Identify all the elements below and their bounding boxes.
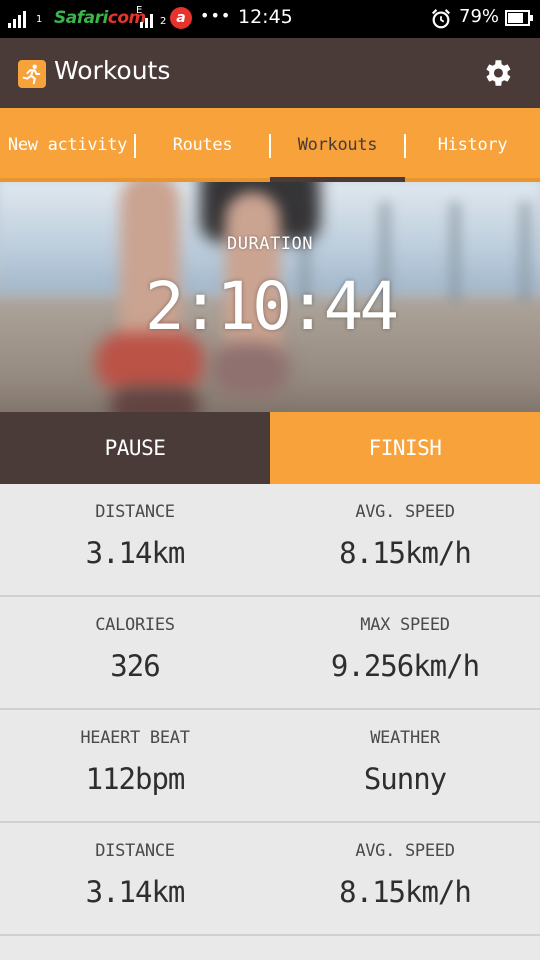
more-notifications-icon: ••• — [200, 6, 232, 25]
sim1-indicator: 1 — [36, 14, 43, 25]
tab-workouts[interactable]: Workouts — [270, 108, 406, 182]
stats-row: CALORIES 326 MAX SPEED 9.256km/h — [0, 597, 540, 710]
stat-value: 112bpm — [85, 762, 186, 796]
tab-history[interactable]: History — [405, 108, 540, 182]
workout-stats: DISTANCE 3.14km AVG. SPEED 8.15km/h CALO… — [0, 484, 540, 960]
stat-label: DISTANCE — [95, 841, 175, 861]
stats-row: HEAERT BEAT 112bpm WEATHER Sunny — [0, 710, 540, 823]
tab-label: New activity — [7, 135, 128, 155]
stat-avg-speed: AVG. SPEED 8.15km/h — [270, 823, 540, 934]
operator-logo: a — [170, 7, 192, 29]
stat-label: AVG. SPEED — [355, 502, 455, 522]
clock: 12:45 — [238, 6, 293, 28]
stat-calories: CALORIES 326 — [0, 597, 270, 708]
stat-value: 9.256km/h — [330, 649, 480, 683]
stat-heart-beat: HEAERT BEAT 112bpm — [0, 710, 270, 821]
stat-label: AVG. SPEED — [355, 841, 455, 861]
stat-label: MAX SPEED — [360, 615, 450, 635]
tab-new-activity[interactable]: New activity — [0, 108, 136, 182]
stat-value: Sunny — [363, 762, 447, 796]
sim2-indicator: 2 — [160, 16, 167, 27]
app-bar: Workouts — [0, 38, 540, 108]
battery-icon — [505, 10, 533, 26]
signal-icon — [8, 10, 26, 28]
tab-bar: New activity Routes Workouts History — [0, 108, 540, 182]
stats-row: DISTANCE 3.14km AVG. SPEED 8.15km/h — [0, 484, 540, 597]
finish-button[interactable]: FINISH — [270, 412, 540, 484]
tab-label: History — [437, 135, 508, 155]
alarm-icon — [431, 9, 451, 29]
duration-label: DURATION — [227, 234, 313, 254]
workout-hero-image: DURATION 2:10:44 — [0, 182, 540, 412]
stat-value: 3.14km — [85, 536, 186, 570]
workout-actions: PAUSE FINISH — [0, 412, 540, 484]
stat-weather: WEATHER Sunny — [270, 710, 540, 821]
pause-button[interactable]: PAUSE — [0, 412, 270, 484]
page-title: Workouts — [54, 56, 171, 85]
battery-percent: 79% — [459, 6, 500, 27]
stat-value: 8.15km/h — [339, 536, 472, 570]
stat-value: 326 — [110, 649, 160, 683]
stat-max-speed: MAX SPEED 9.256km/h — [270, 597, 540, 708]
stats-row: DISTANCE 3.14km AVG. SPEED 8.15km/h — [0, 823, 540, 936]
stat-label: HEAERT BEAT — [80, 728, 190, 748]
stat-distance: DISTANCE 3.14km — [0, 484, 270, 595]
stat-label: CALORIES — [95, 615, 175, 635]
runner-icon — [18, 60, 46, 88]
signal-icon — [140, 10, 153, 28]
gear-icon[interactable] — [480, 56, 514, 90]
stat-avg-speed: AVG. SPEED 8.15km/h — [270, 484, 540, 595]
status-bar: 1 Safaricom E 2 a ••• 12:45 79% — [0, 0, 540, 38]
stat-label: DISTANCE — [95, 502, 175, 522]
tab-label: Workouts — [297, 135, 378, 155]
duration-timer: 2:10:44 — [144, 268, 399, 345]
tab-routes[interactable]: Routes — [135, 108, 271, 182]
carrier-name: Safaricom — [54, 8, 146, 28]
stat-distance: DISTANCE 3.14km — [0, 823, 270, 934]
stat-label: WEATHER — [370, 728, 440, 748]
stat-value: 3.14km — [85, 875, 186, 909]
tab-label: Routes — [172, 135, 233, 155]
stat-value: 8.15km/h — [339, 875, 472, 909]
